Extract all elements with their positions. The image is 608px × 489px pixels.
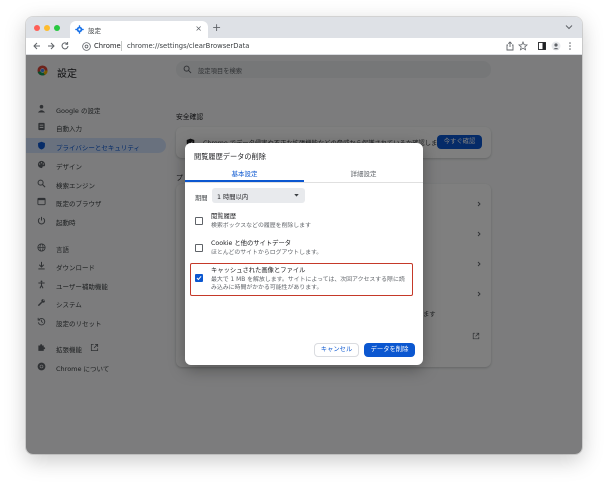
tab-settings[interactable]: 設定 × xyxy=(70,21,208,38)
tab-advanced[interactable]: 詳細設定 xyxy=(304,168,423,182)
forward-icon[interactable] xyxy=(46,41,56,51)
back-icon[interactable] xyxy=(32,41,42,51)
cached-images-checkbox[interactable] xyxy=(195,274,203,282)
side-panel-icon[interactable] xyxy=(537,41,547,51)
time-range-select[interactable]: 1 時間以内 xyxy=(212,188,305,203)
maximize-window-button[interactable] xyxy=(54,25,60,31)
time-range-value: 1 時間以内 xyxy=(217,194,249,201)
minimize-window-button[interactable] xyxy=(44,25,50,31)
tab-strip: 設定 × + xyxy=(26,17,582,38)
option-subtitle: 検索ボックスなどの履歴を削除します xyxy=(211,223,311,229)
option-title: 閲覧履歴 xyxy=(211,213,237,220)
toolbar: Chrome chrome://settings/clearBrowserDat… xyxy=(26,38,582,55)
option-browsing-history[interactable]: 閲覧履歴 検索ボックスなどの履歴を削除します xyxy=(193,210,417,236)
star-icon[interactable] xyxy=(518,41,528,51)
option-subtitle-continued: み込みに時間がかかる可能性があります。 xyxy=(211,285,323,291)
cancel-button[interactable]: キャンセル xyxy=(314,343,359,357)
share-icon[interactable] xyxy=(505,41,515,51)
option-subtitle: ほとんどのサイトからログアウトします。 xyxy=(211,250,323,256)
dropdown-caret-icon xyxy=(294,194,299,197)
tab-title: 設定 xyxy=(88,27,101,35)
option-cookies[interactable]: Cookie と他のサイトデータ ほとんどのサイトからログアウトします。 xyxy=(193,237,417,263)
option-cached-images[interactable]: キャッシュされた画像とファイル 最大で 1 MB を解放します。サイトによっては… xyxy=(193,264,417,291)
chevron-down-icon[interactable] xyxy=(565,23,573,31)
tab-divider xyxy=(185,182,423,183)
time-range-label: 期間 xyxy=(195,195,208,202)
delete-data-button[interactable]: データを削除 xyxy=(364,343,415,357)
url-text[interactable]: chrome://settings/clearBrowserData xyxy=(127,42,249,50)
cookies-checkbox[interactable] xyxy=(195,244,203,252)
browsing-history-checkbox[interactable] xyxy=(195,217,203,225)
new-tab-button[interactable]: + xyxy=(212,21,221,34)
clear-browsing-data-dialog: 閲覧履歴データの削除 基本設定 詳細設定 期間 1 時間以内 閲覧履歴 検索ボッ… xyxy=(185,143,423,365)
address-bar[interactable]: Chrome chrome://settings/clearBrowserDat… xyxy=(78,40,514,53)
gear-icon xyxy=(75,25,84,34)
close-tab-icon[interactable]: × xyxy=(195,24,202,33)
checkmark-icon xyxy=(196,276,202,281)
option-title: Cookie と他のサイトデータ xyxy=(211,240,292,247)
dialog-title: 閲覧履歴データの削除 xyxy=(194,152,266,161)
omnibox-chip-label: Chrome xyxy=(94,42,121,50)
chrome-icon xyxy=(82,42,91,51)
option-title: キャッシュされた画像とファイル xyxy=(211,267,306,274)
omnibox-separator xyxy=(121,41,122,51)
close-window-button[interactable] xyxy=(34,25,40,31)
more-menu-icon[interactable] xyxy=(565,41,575,51)
reload-icon[interactable] xyxy=(60,41,70,51)
profile-avatar-icon[interactable] xyxy=(551,41,561,51)
